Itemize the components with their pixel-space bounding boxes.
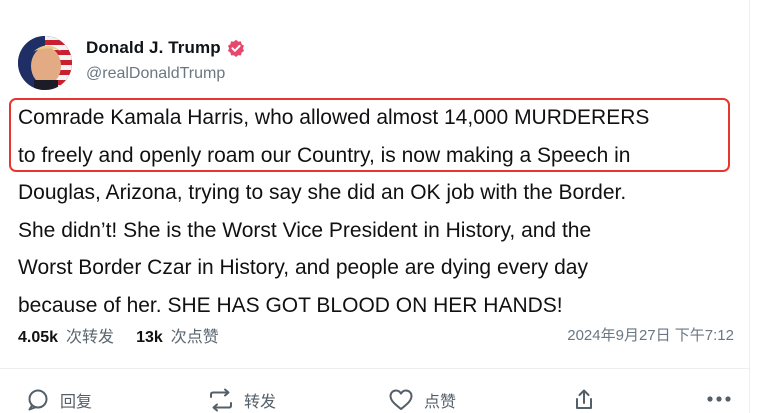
reply-button[interactable]: 回复 [26, 388, 92, 412]
share-button[interactable] [572, 388, 596, 412]
more-options-button[interactable] [706, 395, 732, 403]
like-button[interactable]: 点赞 [388, 388, 456, 412]
reply-icon [26, 388, 50, 412]
heart-icon [388, 388, 414, 412]
repost-stat[interactable]: 4.05k 次转发 [18, 323, 114, 347]
post-line: Worst Border Czar in History, and people… [18, 256, 588, 279]
display-name[interactable]: Donald J. Trump [86, 38, 245, 58]
post-line: to freely and openly roam our Country, i… [18, 143, 631, 167]
engagement-stats: 4.05k 次转发 13k 次点赞 [18, 323, 219, 347]
action-bar-divider [0, 368, 750, 369]
display-name-text[interactable]: Donald J. Trump [86, 38, 221, 58]
avatar[interactable] [18, 36, 72, 90]
post-line: She didn’t! She is the Worst Vice Presid… [18, 218, 592, 242]
share-icon [572, 388, 596, 412]
like-count: 13k [136, 329, 163, 346]
post-line: Douglas, Arizona, trying to say she did … [18, 181, 627, 204]
user-handle[interactable]: @realDonaldTrump [86, 65, 225, 83]
repost-label: 转发 [244, 394, 277, 411]
post-line: Comrade Kamala Harris, who allowed almos… [18, 106, 650, 129]
like-stat[interactable]: 13k 次点赞 [136, 323, 219, 347]
like-count-label: 次点赞 [170, 329, 219, 346]
repost-icon [208, 388, 234, 412]
verified-badge-icon [227, 39, 245, 57]
post-timestamp[interactable]: 2024年9月27日 下午7:12 [567, 324, 734, 345]
more-icon [706, 395, 732, 403]
reply-label: 回复 [60, 394, 93, 411]
like-label: 点赞 [424, 394, 457, 411]
post-body: Comrade Kamala Harris, who allowed almos… [18, 99, 738, 324]
column-divider [749, 0, 750, 413]
repost-button[interactable]: 转发 [208, 388, 276, 412]
repost-count: 4.05k [18, 329, 59, 346]
repost-count-label: 次转发 [66, 329, 115, 346]
post-line: because of her. SHE HAS GOT BLOOD ON HER… [18, 293, 563, 317]
post-card: Donald J. Trump @realDonaldTrump Comrade… [0, 0, 768, 413]
